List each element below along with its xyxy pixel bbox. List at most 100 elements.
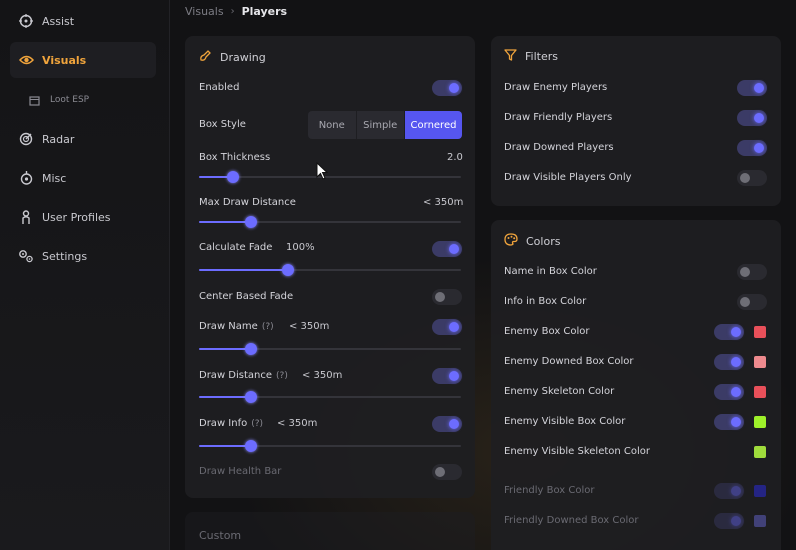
- draw-distance-value: < 350m: [302, 370, 343, 381]
- filter-toggle[interactable]: [737, 110, 767, 126]
- filter-label: Draw Enemy Players: [504, 82, 608, 93]
- sidebar-item-user-profiles[interactable]: User Profiles: [10, 199, 156, 235]
- palette-icon: [504, 233, 518, 249]
- color-label: Enemy Visible Skeleton Color: [504, 446, 651, 457]
- slider-thumb[interactable]: [227, 171, 240, 183]
- color-toggle[interactable]: [714, 384, 744, 400]
- color-label: Enemy Visible Box Color: [504, 416, 626, 427]
- color-toggle[interactable]: [714, 354, 744, 370]
- sidebar-item-visuals[interactable]: Visuals: [10, 42, 156, 78]
- color-swatch[interactable]: [754, 485, 766, 497]
- drawing-title: Drawing: [199, 49, 266, 65]
- sidebar-item-label: Radar: [42, 132, 75, 146]
- color-toggle[interactable]: [714, 324, 744, 340]
- sidebar-item-label: User Profiles: [42, 210, 111, 224]
- filter-toggle[interactable]: [737, 80, 767, 96]
- breadcrumb-parent[interactable]: Visuals: [185, 5, 224, 18]
- color-toggle[interactable]: [737, 264, 767, 280]
- calculate-fade-slider[interactable]: [199, 264, 461, 276]
- sidebar-item-settings[interactable]: Settings: [10, 238, 156, 274]
- calculate-fade-label: Calculate Fade: [199, 242, 273, 253]
- filter-label: Draw Visible Players Only: [504, 172, 632, 183]
- slider-thumb[interactable]: [282, 264, 295, 276]
- draw-distance-slider[interactable]: [199, 391, 461, 403]
- color-swatch[interactable]: [754, 416, 766, 428]
- slider-thumb[interactable]: [245, 343, 258, 355]
- sidebar-item-radar[interactable]: Radar: [10, 121, 156, 157]
- draw-info-label: Draw Info (?): [199, 418, 263, 429]
- color-label: Enemy Downed Box Color: [504, 356, 634, 367]
- sidebar-item-label: Misc: [42, 171, 67, 185]
- color-swatch[interactable]: [754, 356, 766, 368]
- max-draw-distance-slider[interactable]: [199, 216, 461, 228]
- center-based-fade-label: Center Based Fade: [199, 291, 294, 302]
- slider-thumb[interactable]: [245, 391, 258, 403]
- sidebar-item-loot-esp[interactable]: Loot ESP: [18, 82, 164, 118]
- help-icon[interactable]: (?): [276, 371, 288, 381]
- draw-info-slider[interactable]: [199, 440, 461, 452]
- center-based-fade-toggle[interactable]: [432, 289, 462, 305]
- draw-distance-toggle[interactable]: [432, 368, 462, 384]
- custom-title: Custom: [199, 529, 242, 542]
- draw-name-label: Draw Name (?): [199, 321, 274, 332]
- max-draw-distance-value: < 350m: [423, 197, 464, 208]
- drop-icon: [18, 170, 34, 186]
- box-style-none[interactable]: None: [308, 111, 357, 139]
- filter-label: Draw Downed Players: [504, 142, 614, 153]
- breadcrumb-separator: ›: [230, 5, 235, 17]
- calculate-fade-toggle[interactable]: [432, 241, 462, 257]
- color-label: Name in Box Color: [504, 266, 597, 277]
- colors-title: Colors: [504, 233, 560, 249]
- user-icon: [18, 209, 34, 225]
- sidebar-item-label: Loot ESP: [50, 95, 90, 105]
- slider-thumb[interactable]: [245, 216, 258, 228]
- color-toggle[interactable]: [714, 513, 744, 529]
- sidebar-item-misc[interactable]: Misc: [10, 160, 156, 196]
- box-style-selector: None Simple Cornered: [308, 111, 462, 139]
- color-toggle[interactable]: [737, 294, 767, 310]
- colors-title-text: Colors: [526, 234, 561, 248]
- color-swatch[interactable]: [754, 446, 766, 458]
- color-label: Enemy Box Color: [504, 326, 590, 337]
- draw-health-bar-label: Draw Health Bar: [199, 466, 282, 477]
- color-swatch[interactable]: [754, 326, 766, 338]
- filter-toggle[interactable]: [737, 170, 767, 186]
- box-style-label: Box Style: [199, 119, 246, 130]
- color-toggle[interactable]: [714, 483, 744, 499]
- sidebar-item-label: Settings: [42, 249, 88, 263]
- color-toggle[interactable]: [714, 414, 744, 430]
- draw-info-text: Draw Info: [199, 418, 248, 429]
- crosshair-icon: [18, 13, 34, 29]
- filters-title-text: Filters: [525, 50, 558, 63]
- draw-name-slider[interactable]: [199, 343, 461, 355]
- help-icon[interactable]: (?): [262, 322, 274, 332]
- breadcrumb-current: Players: [241, 4, 288, 18]
- draw-health-bar-toggle[interactable]: [432, 464, 462, 480]
- filters-title: Filters: [504, 49, 558, 64]
- color-swatch[interactable]: [754, 386, 766, 398]
- box-style-cornered[interactable]: Cornered: [405, 111, 462, 139]
- box-thickness-slider[interactable]: [199, 171, 461, 183]
- calculate-fade-value: 100%: [286, 242, 315, 253]
- color-label: Friendly Box Color: [504, 485, 595, 496]
- slider-thumb[interactable]: [245, 440, 258, 452]
- draw-info-value: < 350m: [277, 418, 318, 429]
- sidebar-item-label: Assist: [42, 14, 75, 28]
- draw-distance-text: Draw Distance: [199, 370, 273, 381]
- help-icon[interactable]: (?): [251, 419, 263, 429]
- draw-name-text: Draw Name: [199, 321, 258, 332]
- filter-icon: [504, 49, 517, 64]
- radar-icon: [18, 131, 34, 147]
- filter-toggle[interactable]: [737, 140, 767, 156]
- enabled-toggle[interactable]: [432, 80, 462, 96]
- box-style-simple[interactable]: Simple: [357, 111, 405, 139]
- sidebar-item-label: Visuals: [42, 53, 87, 67]
- color-swatch[interactable]: [754, 515, 766, 527]
- draw-distance-label: Draw Distance (?): [199, 370, 288, 381]
- draw-name-toggle[interactable]: [432, 319, 462, 335]
- eye-icon: [18, 52, 34, 68]
- color-label: Friendly Downed Box Color: [504, 515, 639, 526]
- filter-label: Draw Friendly Players: [504, 112, 613, 123]
- draw-info-toggle[interactable]: [432, 416, 462, 432]
- sidebar-item-assist[interactable]: Assist: [10, 3, 156, 39]
